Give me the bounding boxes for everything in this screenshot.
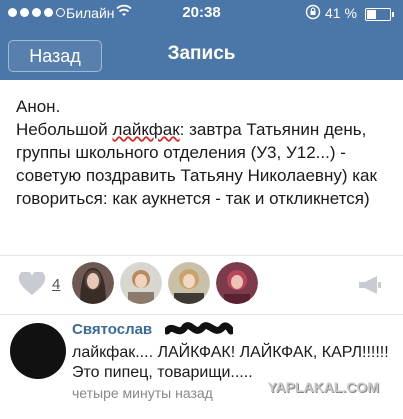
liker-avatar-2[interactable] (120, 262, 162, 304)
comment-text: лайкфак.... ЛАЙКФАК! ЛАЙКФАК, КАРЛ!!!!!!… (72, 344, 389, 381)
page-title: Запись (167, 43, 236, 64)
redacted-surname (165, 322, 233, 335)
megaphone-icon (359, 276, 381, 294)
liker-avatar-4[interactable] (216, 262, 258, 304)
comment-author[interactable]: Святослав (72, 321, 152, 338)
rotation-lock-icon (305, 4, 321, 23)
battery-level (367, 10, 376, 19)
commenter-avatar[interactable] (10, 323, 66, 379)
comment: Святослав лайкфак.... ЛАЙКФАК! ЛАЙКФАК, … (0, 313, 403, 419)
like-button[interactable] (18, 270, 46, 301)
comment-time: четыре минуты назад (72, 385, 213, 401)
liker-avatar-3[interactable] (168, 262, 210, 304)
battery-percent: 41 % (325, 5, 357, 21)
post-actions: 4 (0, 255, 403, 315)
liker-avatar-1[interactable] (72, 262, 114, 304)
heart-icon (18, 270, 46, 295)
battery-icon (365, 8, 394, 21)
watermark: YAPLAKAL.COM (267, 379, 380, 395)
post-line-1: Анон. (16, 97, 61, 116)
share-button[interactable] (357, 274, 383, 301)
post-body: Анон. Небольшой лайкфак: завтра Татьянин… (16, 95, 391, 210)
highlighted-word: лайкфак (112, 120, 180, 139)
nav-bar: Назад Запись (0, 28, 403, 80)
like-count[interactable]: 4 (52, 276, 60, 293)
post-text-prefix: Небольшой (16, 120, 113, 139)
status-bar: Билайн 20:38 41 % (0, 0, 403, 28)
liker-avatars (72, 262, 258, 304)
post-paragraph: Небольшой лайкфак: завтра Татьянин день,… (16, 118, 391, 210)
